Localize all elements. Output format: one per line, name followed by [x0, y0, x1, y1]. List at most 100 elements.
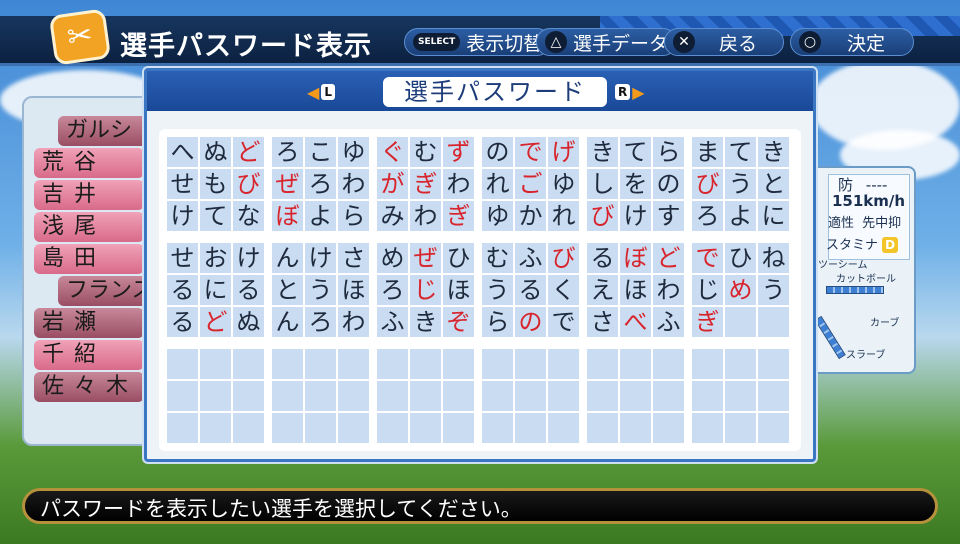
- password-char: む: [410, 137, 441, 167]
- password-empty-slot: [482, 349, 513, 379]
- password-empty-slot: [515, 349, 546, 379]
- pitch-name: カーブ: [870, 318, 900, 329]
- password-char: わ: [338, 307, 369, 337]
- password-char: ふ: [515, 243, 546, 273]
- password-char: ひ: [725, 243, 756, 273]
- password-char: う: [305, 275, 336, 305]
- password-empty-slot: [548, 349, 579, 379]
- password-char: び: [548, 243, 579, 273]
- password-char: え: [587, 275, 618, 305]
- password-char: む: [482, 243, 513, 273]
- pitch-name: カットボール: [836, 274, 896, 285]
- pitch-name: ツーシーム: [818, 260, 868, 271]
- confirm-hint[interactable]: ○ 決定: [790, 28, 914, 56]
- password-char: な: [233, 201, 264, 231]
- aptitude-label: 適性: [828, 216, 855, 231]
- password-empty-slot: [272, 381, 303, 411]
- password-empty-slot: [443, 381, 474, 411]
- password-empty-slot: [482, 381, 513, 411]
- password-char: に: [758, 201, 789, 231]
- password-char: ど: [200, 307, 231, 337]
- password-char: わ: [338, 169, 369, 199]
- password-char: わ: [443, 169, 474, 199]
- password-char: よ: [725, 201, 756, 231]
- password-char: さ: [338, 243, 369, 273]
- roster-item[interactable]: 吉井: [34, 180, 144, 210]
- triangle-button-icon: △: [545, 31, 567, 53]
- dialog-title: 選手パスワード: [383, 77, 607, 107]
- stamina-label: スタミナ: [826, 238, 879, 253]
- password-char: べ: [620, 307, 651, 337]
- roster-item[interactable]: 千紹: [34, 340, 144, 370]
- password-char: ぞ: [443, 307, 474, 337]
- password-char: と: [272, 275, 303, 305]
- password-empty-slot: [200, 349, 231, 379]
- password-empty-slot: [338, 381, 369, 411]
- password-char: と: [758, 169, 789, 199]
- password-char: ふ: [377, 307, 408, 337]
- password-char: せ: [167, 243, 198, 273]
- password-char: う: [482, 275, 513, 305]
- password-char: わ: [653, 275, 684, 305]
- password-char: び: [587, 201, 618, 231]
- password-char: け: [305, 243, 336, 273]
- password-char: き: [587, 137, 618, 167]
- password-char: ゆ: [548, 169, 579, 199]
- hint-label: 選手データ: [573, 32, 669, 55]
- next-page-hint[interactable]: R ▶: [615, 82, 645, 102]
- password-empty-slot: [758, 413, 789, 443]
- password-char: ぜ: [272, 169, 303, 199]
- toggle-view-hint[interactable]: SELECT 表示切替: [404, 28, 552, 56]
- password-char: ぐ: [377, 137, 408, 167]
- password-char: ゆ: [338, 137, 369, 167]
- password-char: ぼ: [272, 201, 303, 231]
- password-char: ね: [758, 243, 789, 273]
- password-char: ろ: [377, 275, 408, 305]
- password-char: ら: [482, 307, 513, 337]
- speed-value: 151km/h: [832, 192, 906, 210]
- roster-item[interactable]: フランス: [58, 276, 152, 306]
- password-char: で: [692, 243, 723, 273]
- password-char: る: [587, 243, 618, 273]
- back-hint[interactable]: ✕ 戻る: [664, 28, 784, 56]
- password-char: を: [620, 169, 651, 199]
- roster-item[interactable]: 浅尾: [34, 212, 144, 242]
- player-mode-icon: ✂: [48, 8, 112, 66]
- roster-item[interactable]: 荒谷: [34, 148, 144, 178]
- password-char: ぎ: [443, 201, 474, 231]
- password-char: が: [377, 169, 408, 199]
- password-empty-slot: [620, 381, 651, 411]
- roster-item[interactable]: 佐々木: [34, 372, 144, 402]
- password-char: ぜ: [410, 243, 441, 273]
- password-empty-slot: [305, 381, 336, 411]
- password-char: き: [758, 137, 789, 167]
- password-char: わ: [410, 201, 441, 231]
- password-empty-slot: [653, 413, 684, 443]
- roster-item[interactable]: ガルシ: [58, 116, 152, 146]
- password-char: ふ: [653, 307, 684, 337]
- password-char: ろ: [305, 169, 336, 199]
- password-char: お: [200, 243, 231, 273]
- password-char: る: [515, 275, 546, 305]
- password-empty-slot: [725, 413, 756, 443]
- password-empty-slot: [167, 413, 198, 443]
- password-char: ほ: [620, 275, 651, 305]
- password-char: せ: [167, 169, 198, 199]
- password-char: の: [653, 169, 684, 199]
- password-char: け: [620, 201, 651, 231]
- password-char: に: [200, 275, 231, 305]
- prev-page-hint[interactable]: ◀ L: [307, 83, 335, 102]
- password-char: ひ: [443, 243, 474, 273]
- roster-item[interactable]: 島田: [34, 244, 144, 274]
- password-empty-slot: [725, 307, 756, 337]
- password-empty-slot: [653, 349, 684, 379]
- password-char: び: [233, 169, 264, 199]
- circle-button-icon: ○: [799, 31, 821, 53]
- password-char: ら: [653, 137, 684, 167]
- roster-item[interactable]: 岩瀬: [34, 308, 144, 338]
- password-empty-slot: [410, 413, 441, 443]
- player-data-hint[interactable]: △ 選手データ: [536, 28, 678, 56]
- password-empty-slot: [587, 349, 618, 379]
- cross-button-icon: ✕: [673, 31, 695, 53]
- right-arrow-icon: ▶: [632, 82, 645, 102]
